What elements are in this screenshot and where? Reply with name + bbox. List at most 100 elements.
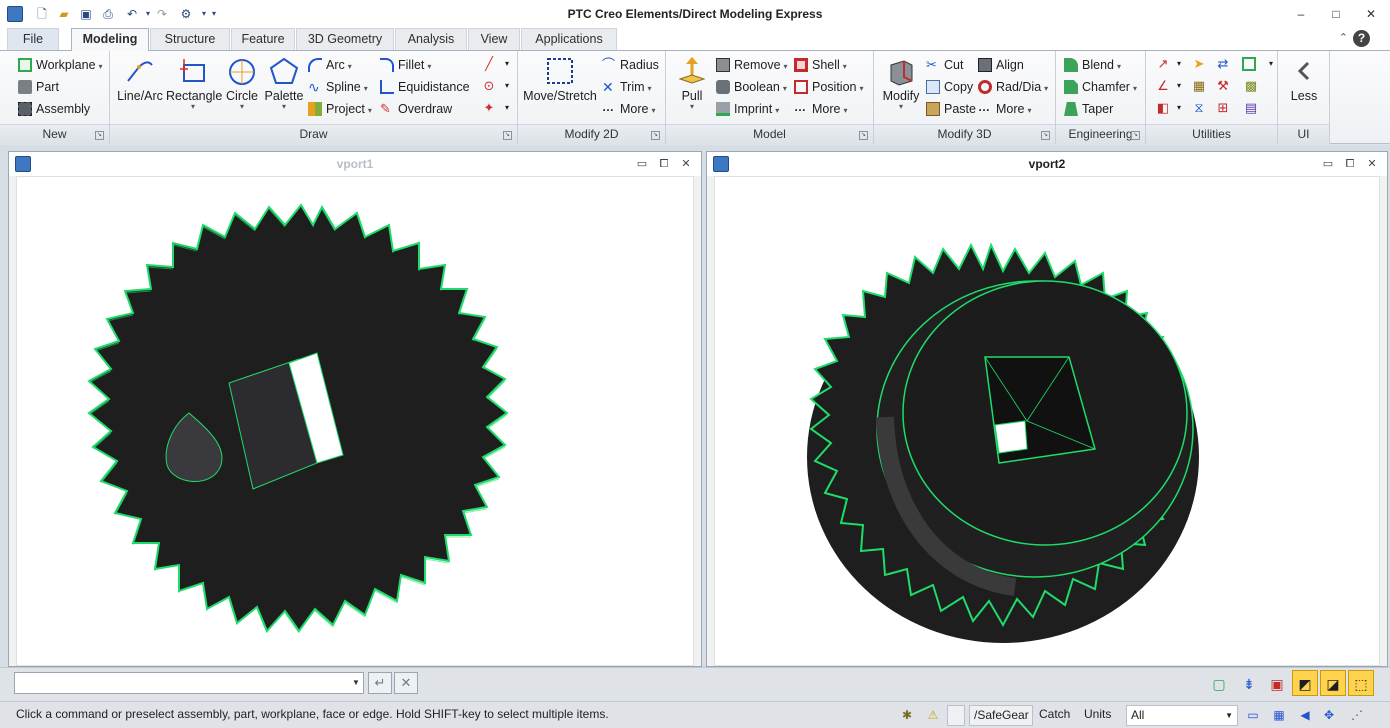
shaded-edges-view-icon[interactable]: ◪ <box>1320 670 1346 696</box>
line-tool-icon[interactable]: ╱ <box>480 55 498 73</box>
chevron-up-icon[interactable]: ⌃ <box>1339 31 1348 44</box>
shell-button[interactable]: Shell ▾ <box>794 55 847 75</box>
tab-view[interactable]: View <box>468 28 520 50</box>
lock-icon[interactable]: ▩ <box>1242 77 1260 95</box>
less-button[interactable]: Less <box>1282 55 1326 121</box>
workplane-view-icon[interactable]: ▢ <box>1206 670 1232 696</box>
chevron-down-icon[interactable]: ▾ <box>1170 77 1188 95</box>
shuffle-icon[interactable]: ⇄ <box>1214 55 1232 73</box>
radius-button[interactable]: ⌒ Radius <box>602 55 659 75</box>
align-button[interactable]: Align <box>978 55 1024 75</box>
modify-button[interactable]: Modify ▾ <box>878 55 924 121</box>
dialog-launcher-icon[interactable]: ↘ <box>503 131 512 140</box>
minimize-viewport-button[interactable]: ▭ <box>635 157 649 171</box>
viewport-1[interactable]: vport1 ▭ ⧠ ✕ <box>8 151 702 667</box>
circle-button[interactable]: Circle ▾ <box>224 55 260 121</box>
paste-button[interactable]: Paste <box>926 99 976 119</box>
dialog-launcher-icon[interactable]: ↘ <box>859 131 868 140</box>
help-icon[interactable]: ? <box>1353 30 1370 47</box>
part-view-icon[interactable]: ▣ <box>1264 670 1290 696</box>
chevron-down-icon[interactable]: ▾ <box>1170 55 1188 73</box>
maximize-viewport-button[interactable]: ⧠ <box>1343 157 1357 171</box>
maximize-button[interactable]: □ <box>1325 6 1347 22</box>
rectangle-button[interactable]: Rectangle ▾ <box>166 55 222 121</box>
assembly-button[interactable]: Assembly <box>18 99 90 119</box>
more-2d-button[interactable]: … More ▾ <box>602 99 656 119</box>
select-pointer-icon[interactable]: ➤ <box>1190 55 1208 73</box>
close-viewport-button[interactable]: ✕ <box>1365 157 1379 171</box>
dialog-launcher-icon[interactable]: ↘ <box>1131 131 1140 140</box>
close-viewport-button[interactable]: ✕ <box>679 157 693 171</box>
chevron-down-icon[interactable]: ▾ <box>498 99 516 117</box>
remove-button[interactable]: Remove ▾ <box>716 55 788 75</box>
more-3d-button[interactable]: … More ▾ <box>978 99 1032 119</box>
tab-analysis[interactable]: Analysis <box>395 28 467 50</box>
arc-button[interactable]: Arc ▾ <box>308 55 352 75</box>
minimize-viewport-button[interactable]: ▭ <box>1321 157 1335 171</box>
workplane-button[interactable]: Workplane ▾ <box>18 55 103 75</box>
chevron-down-icon[interactable]: ▼ <box>352 678 360 687</box>
close-button[interactable]: ✕ <box>1360 6 1382 22</box>
maximize-viewport-button[interactable]: ⧠ <box>657 157 671 171</box>
equidistance-button[interactable]: Equidistance <box>380 77 470 97</box>
window-icon[interactable]: ▭ <box>1244 706 1262 724</box>
pull-button[interactable]: Pull ▾ <box>672 55 712 121</box>
grid-icon[interactable]: ▦ <box>1270 706 1288 724</box>
chevron-down-icon[interactable]: ▾ <box>498 55 516 73</box>
bug-icon[interactable]: ✱ <box>898 706 916 724</box>
chevron-down-icon[interactable]: ▾ <box>1170 99 1188 117</box>
overdraw-button[interactable]: ✎ Overdraw <box>380 99 452 119</box>
resize-grip-icon[interactable]: ⋰ <box>1348 706 1366 724</box>
viewport-2-canvas[interactable] <box>714 176 1380 666</box>
shaded-view-icon[interactable]: ◩ <box>1292 670 1318 696</box>
cancel-command-button[interactable]: ✕ <box>394 672 418 694</box>
trim-button[interactable]: ✕ Trim ▾ <box>602 77 652 97</box>
units-button[interactable]: Units <box>1080 705 1126 726</box>
cut-button[interactable]: ✂ Cut <box>926 55 963 75</box>
dialog-launcher-icon[interactable]: ↘ <box>95 131 104 140</box>
spline-button[interactable]: ∿ Spline ▾ <box>308 77 368 97</box>
command-input[interactable] <box>14 672 364 694</box>
tool-icon[interactable]: ⚒ <box>1214 77 1232 95</box>
pattern-icon[interactable]: ⊞ <box>1214 99 1232 117</box>
blend-button[interactable]: Blend ▾ <box>1064 55 1121 75</box>
imprint-button[interactable]: Imprint ▾ <box>716 99 779 119</box>
filter-select[interactable]: All ▼ <box>1126 705 1238 726</box>
section-view-icon[interactable]: ⇟ <box>1236 670 1262 696</box>
fit-icon[interactable]: ✥ <box>1320 706 1338 724</box>
frame-icon[interactable] <box>1242 57 1256 71</box>
chevron-down-icon[interactable]: ▾ <box>498 77 516 95</box>
position-button[interactable]: Position ▾ <box>794 77 864 97</box>
back-icon[interactable]: ◀ <box>1296 706 1314 724</box>
tab-modeling[interactable]: Modeling <box>71 28 149 51</box>
move-stretch-button[interactable]: Move/Stretch <box>522 55 598 121</box>
part-button[interactable]: Part <box>18 77 59 97</box>
taper-button[interactable]: Taper <box>1064 99 1113 119</box>
tab-3d-geometry[interactable]: 3D Geometry <box>296 28 394 50</box>
part-path[interactable]: /SafeGear <box>969 705 1033 726</box>
viewport-2[interactable]: vport2 ▭ ⧠ ✕ <box>706 151 1388 667</box>
point-circle-icon[interactable]: ⊙ <box>480 77 498 95</box>
rad-dia-button[interactable]: Rad/Dia ▾ <box>978 77 1048 97</box>
palette-button[interactable]: Palette ▾ <box>264 55 304 121</box>
tab-applications[interactable]: Applications <box>521 28 617 50</box>
tab-structure[interactable]: Structure <box>150 28 230 50</box>
tab-feature[interactable]: Feature <box>231 28 295 50</box>
boolean-button[interactable]: Boolean ▾ <box>716 77 787 97</box>
minimize-button[interactable]: – <box>1290 6 1312 22</box>
dialog-launcher-icon[interactable]: ↘ <box>1041 131 1050 140</box>
arrow-tool-icon[interactable]: ✦ <box>480 99 498 117</box>
iso-view-icon[interactable]: ⬚ <box>1348 670 1374 696</box>
more-model-button[interactable]: … More ▾ <box>794 99 848 119</box>
fillet-button[interactable]: Fillet ▾ <box>380 55 431 75</box>
table-icon[interactable]: ▤ <box>1242 99 1260 117</box>
chamfer-button[interactable]: Chamfer ▾ <box>1064 77 1137 97</box>
project-button[interactable]: Project ▾ <box>308 99 372 119</box>
catch-button[interactable]: Catch <box>1035 705 1085 726</box>
warning-icon[interactable]: ⚠ <box>924 706 942 724</box>
viewport-1-canvas[interactable] <box>16 176 694 666</box>
mirror-icon[interactable]: ⧖ <box>1190 99 1208 117</box>
accept-button[interactable]: ↵ <box>368 672 392 694</box>
line-arc-button[interactable]: Line/Arc <box>116 55 164 121</box>
dialog-launcher-icon[interactable]: ↘ <box>651 131 660 140</box>
